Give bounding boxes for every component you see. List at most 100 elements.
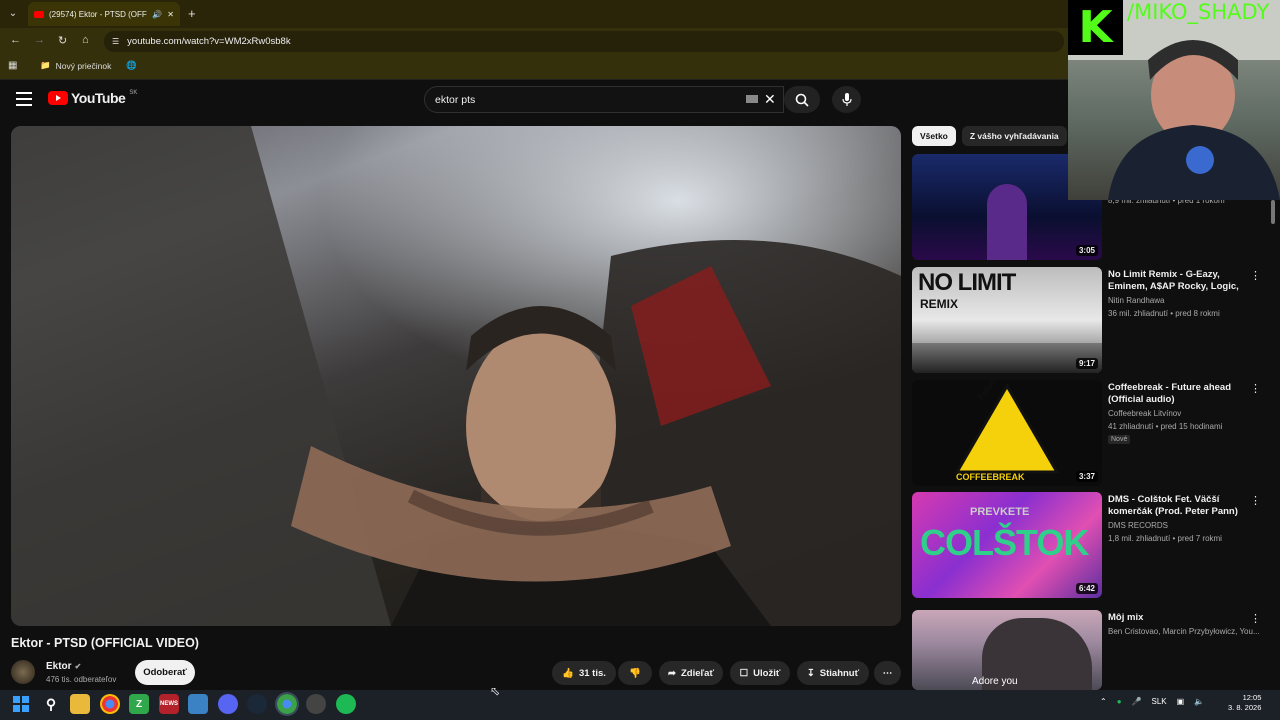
back-icon[interactable]: ← xyxy=(10,34,21,46)
video-thumbnail[interactable]: Future Ahead COFFEEBREAK 3:37 xyxy=(912,380,1102,486)
site-info-icon[interactable]: ☰ xyxy=(112,37,119,46)
search-input[interactable]: ektor pts xyxy=(424,86,784,113)
search-icon[interactable]: ⚲ xyxy=(41,694,61,714)
subscribe-button[interactable]: Odoberať xyxy=(135,660,195,685)
video-frame xyxy=(11,126,901,626)
more-vertical-icon[interactable]: ⋮ xyxy=(1250,269,1261,282)
video-title[interactable]: No Limit Remix - G-Eazy, Eminem, A$AP Ro… xyxy=(1108,269,1246,293)
search-button[interactable] xyxy=(784,86,820,113)
mix-title[interactable]: Môj mix xyxy=(1108,612,1246,624)
more-vertical-icon[interactable]: ⋮ xyxy=(1250,494,1261,507)
forward-icon[interactable]: → xyxy=(34,34,45,46)
channel-name[interactable]: Ektor xyxy=(46,661,72,672)
clock[interactable]: 12:05 3. 8. 2026 xyxy=(1228,693,1261,713)
related-mix[interactable]: Adore you Môj mix Ben Cristovao, Marcin … xyxy=(912,610,1267,690)
thumbnail-subtitle: REMIX xyxy=(920,297,959,311)
bookmark-label: Nový priečinok xyxy=(55,60,112,71)
tray-chevron-icon[interactable]: ⌃ xyxy=(1100,697,1107,706)
youtube-logo[interactable]: YouTube SK xyxy=(48,90,137,106)
voice-search-button[interactable] xyxy=(832,86,861,113)
channel-name-row[interactable]: Ektor ✔ xyxy=(46,661,81,672)
video-duration: 3:37 xyxy=(1075,471,1098,482)
save-button[interactable]: ☐ Uložiť xyxy=(730,661,790,685)
clear-search-icon[interactable]: ✕ xyxy=(764,91,776,108)
volume-icon[interactable]: 🔈 xyxy=(1194,697,1204,706)
video-title[interactable]: DMS - Colštok Fet. Väčší komerčák (Prod.… xyxy=(1108,494,1246,518)
spotify-icon[interactable] xyxy=(336,694,356,714)
mix-thumbnail[interactable]: Adore you xyxy=(912,610,1102,690)
video-thumbnail[interactable]: NO LIMIT REMIX 9:17 xyxy=(912,267,1102,373)
more-actions-button[interactable]: ⋯ xyxy=(874,661,901,685)
mix-artists: Ben Cristovao, Marcin Przybyłowicz, You.… xyxy=(1108,627,1260,636)
channel-name[interactable]: Nitin Randhawa xyxy=(1108,296,1164,305)
video-player[interactable] xyxy=(11,126,901,626)
like-button[interactable]: 👍 31 tis. xyxy=(552,661,616,685)
subscriber-count: 476 tis. odberateľov xyxy=(46,675,117,684)
speaker-icon[interactable]: 🔊 xyxy=(152,10,162,19)
like-count: 31 tis. xyxy=(578,667,606,679)
related-video[interactable]: Future Ahead COFFEEBREAK 3:37 Coffeebrea… xyxy=(912,380,1267,486)
thumbnail-title: COLŠTOK xyxy=(920,522,1089,563)
thumbs-down-icon: 👎 xyxy=(629,667,641,679)
kick-logo: K xyxy=(1068,0,1123,55)
more-vertical-icon[interactable]: ⋮ xyxy=(1250,382,1261,395)
search-query[interactable]: ektor pts xyxy=(435,94,475,106)
close-tab-icon[interactable]: ✕ xyxy=(167,10,174,19)
dislike-button[interactable]: 👎 xyxy=(618,661,652,685)
download-button[interactable]: ↧ Stiahnuť xyxy=(797,661,869,685)
app-window-icon[interactable] xyxy=(188,694,208,714)
globe-icon[interactable]: 🌐 xyxy=(126,60,137,71)
filter-chips: Všetko Z vášho vyhľadávania xyxy=(912,126,1067,146)
channel-name[interactable]: Coffeebreak Litvínov xyxy=(1108,409,1181,418)
network-icon[interactable]: ▣ xyxy=(1177,697,1185,706)
file-explorer-icon[interactable] xyxy=(70,694,90,714)
streamer-handle: /MIKO_SHADY xyxy=(1127,0,1270,24)
url-text[interactable]: youtube.com/watch?v=WM2xRw0sb8k xyxy=(127,36,290,47)
more-vertical-icon[interactable]: ⋮ xyxy=(1250,612,1261,625)
scrollbar-thumb[interactable] xyxy=(1271,200,1275,224)
bookmark-folder[interactable]: 📁 Nový priečinok 🌐 xyxy=(40,60,137,71)
share-button[interactable]: ➦ Zdieľať xyxy=(659,661,723,685)
related-video[interactable]: NO LIMIT REMIX 9:17 No Limit Remix - G-E… xyxy=(912,267,1267,373)
app-icon[interactable]: NEWS xyxy=(159,694,179,714)
language-indicator[interactable]: SLK xyxy=(1152,697,1167,706)
thumbnail-subtitle: PREVKETE xyxy=(970,506,1030,518)
mic-tray-icon[interactable]: 🎤 xyxy=(1132,697,1142,706)
chrome-active-icon[interactable] xyxy=(275,692,299,716)
browser-tab[interactable]: (29574) Ektor - PTSD (OFFIC 🔊 ✕ xyxy=(28,2,180,26)
thumbs-up-icon: 👍 xyxy=(562,667,574,679)
youtube-favicon-icon xyxy=(34,10,44,18)
discord-icon[interactable] xyxy=(218,694,238,714)
system-tray: ⌃ ● 🎤 SLK ▣ 🔈 xyxy=(1100,697,1204,706)
thumbnail-title: NO LIMIT xyxy=(918,269,1016,296)
related-video[interactable]: PREVKETE COLŠTOK 6:42 DMS - Colštok Fet.… xyxy=(912,492,1267,598)
save-label: Uložiť xyxy=(753,667,781,679)
chip-from-search[interactable]: Z vášho vyhľadávania xyxy=(961,126,1067,146)
region-code: SK xyxy=(129,90,138,96)
video-thumbnail[interactable]: PREVKETE COLŠTOK 6:42 xyxy=(912,492,1102,598)
spotify-tray-icon[interactable]: ● xyxy=(1117,697,1122,706)
video-title: Ektor - PTSD (OFFICIAL VIDEO) xyxy=(11,636,199,650)
channel-avatar[interactable] xyxy=(11,660,35,684)
chip-all[interactable]: Všetko xyxy=(912,126,956,146)
new-badge: Nové xyxy=(1108,435,1131,444)
menu-icon[interactable] xyxy=(16,92,32,106)
apps-grid-icon[interactable]: ▦ xyxy=(8,60,17,71)
bookmark-icon: ☐ xyxy=(739,667,749,679)
warning-sign-graphic xyxy=(954,383,1060,474)
chrome-icon[interactable] xyxy=(100,694,120,714)
keyboard-icon[interactable] xyxy=(746,95,758,103)
obs-icon[interactable] xyxy=(306,694,326,714)
omnibox[interactable]: ☰ youtube.com/watch?v=WM2xRw0sb8k xyxy=(104,31,1064,52)
home-icon[interactable]: ⌂ xyxy=(82,34,89,46)
tab-list-chevron-icon[interactable]: ⌄ xyxy=(4,4,22,22)
reload-icon[interactable]: ↻ xyxy=(58,34,67,47)
steam-icon[interactable] xyxy=(247,694,267,714)
windows-start-icon[interactable] xyxy=(11,694,31,714)
notepad-icon[interactable]: Z xyxy=(129,694,149,714)
video-title[interactable]: Coffeebreak - Future ahead (Official aud… xyxy=(1108,382,1246,406)
search-icon xyxy=(795,93,809,107)
new-tab-button[interactable]: + xyxy=(188,6,196,21)
channel-name[interactable]: DMS RECORDS xyxy=(1108,521,1168,530)
verified-icon: ✔ xyxy=(74,662,82,671)
